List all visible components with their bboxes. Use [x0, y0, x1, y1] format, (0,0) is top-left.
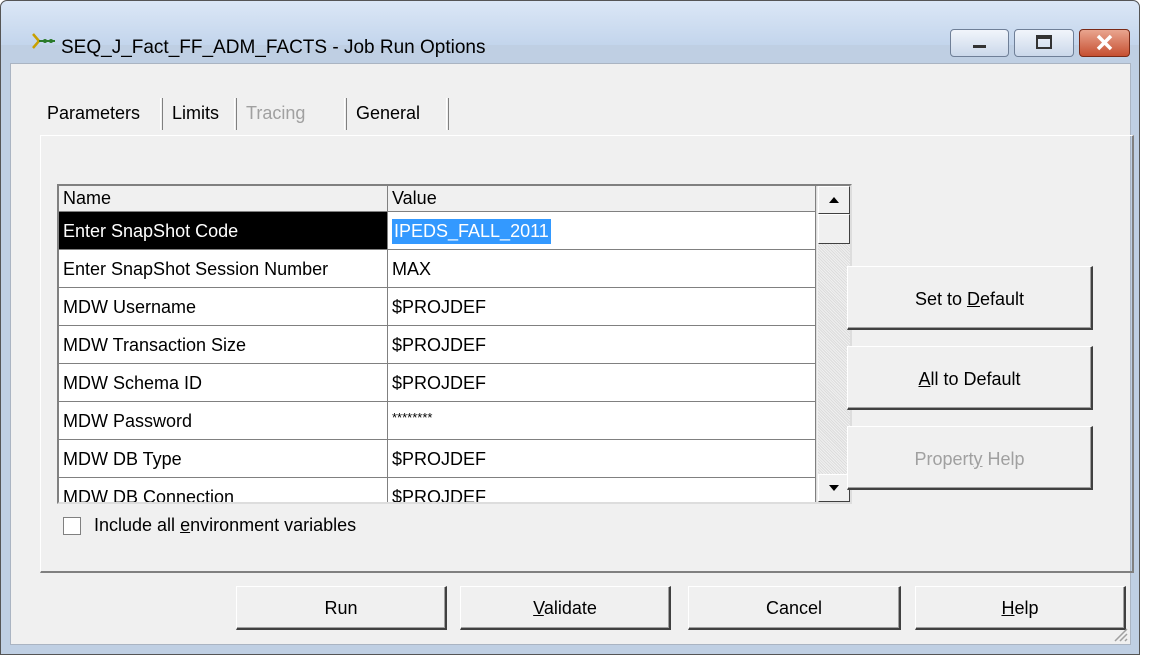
tab-label: Limits [172, 103, 220, 123]
name-cell[interactable]: MDW Transaction Size [59, 326, 388, 364]
column-header-name[interactable]: Name [59, 186, 388, 212]
job-run-options-dialog: SEQ_J_Fact_FF_ADM_FACTS - Job Run Option… [0, 0, 1140, 655]
run-button[interactable]: Run [236, 586, 447, 630]
button-label: elp [1014, 598, 1039, 618]
title-bar[interactable]: SEQ_J_Fact_FF_ADM_FACTS - Job Run Option… [1, 1, 1139, 58]
tab-separator [160, 98, 163, 130]
arrow-down-icon [829, 485, 839, 491]
value-cell[interactable]: IPEDS_FALL_2011 [388, 212, 816, 250]
table-row[interactable]: Enter SnapShot Session Number MAX [59, 250, 816, 288]
table-row[interactable]: MDW Transaction Size $PROJDEF [59, 326, 816, 364]
resize-grip-icon[interactable] [1110, 624, 1128, 642]
maximize-button[interactable] [1014, 29, 1074, 57]
name-cell[interactable]: MDW DB Type [59, 440, 388, 478]
button-label-hotkey: D [966, 289, 980, 309]
value-cell[interactable]: MAX [388, 250, 816, 288]
table-row[interactable]: MDW Password ******** [59, 402, 816, 440]
tab-limits[interactable]: Limits [166, 94, 233, 134]
button-label: efault [979, 289, 1025, 309]
help-button[interactable]: Help [915, 586, 1126, 630]
scroll-up-button[interactable] [818, 186, 850, 214]
parameters-panel: Name Value Enter SnapShot Code IPEDS_FAL… [40, 135, 1134, 573]
button-label: alidate [543, 598, 597, 618]
button-label-hotkey: y [973, 449, 983, 469]
tab-tracing[interactable]: Tracing [240, 94, 342, 134]
value-cell[interactable]: $PROJDEF [388, 364, 816, 402]
button-label-hotkey: A [918, 369, 931, 389]
table-row[interactable]: MDW DB Type $PROJDEF [59, 440, 816, 478]
tab-separator [446, 98, 449, 130]
value-text-selected[interactable]: IPEDS_FALL_2011 [392, 219, 551, 244]
close-icon [1096, 34, 1113, 51]
tab-separator [234, 98, 237, 130]
property-help-button[interactable]: Property Help [847, 426, 1093, 490]
name-cell[interactable]: Enter SnapShot Session Number [59, 250, 388, 288]
table-row[interactable]: Enter SnapShot Code IPEDS_FALL_2011 [59, 212, 816, 250]
button-label: Cancel [765, 598, 823, 618]
minimize-button[interactable] [950, 29, 1009, 57]
cancel-button[interactable]: Cancel [688, 586, 901, 630]
scroll-thumb[interactable] [818, 214, 850, 244]
checkbox-label: nvironment variables [190, 515, 357, 535]
checkbox-label-hotkey: e [180, 515, 191, 535]
job-sequence-icon [32, 33, 55, 49]
name-cell[interactable]: MDW Password [59, 402, 388, 440]
table-row[interactable]: MDW DB Connection $PROJDEF [59, 478, 816, 502]
name-cell[interactable]: MDW DB Connection [59, 478, 388, 502]
tab-general[interactable]: General [350, 94, 448, 134]
checkbox-label: Include all [94, 515, 181, 535]
value-cell[interactable]: $PROJDEF [388, 440, 816, 478]
tab-parameters[interactable]: Parameters [41, 94, 159, 134]
value-cell[interactable]: $PROJDEF [388, 326, 816, 364]
button-label: Run [324, 598, 358, 618]
tab-label: General [356, 103, 421, 123]
button-label: Propert [914, 449, 974, 469]
scroll-down-button[interactable] [818, 474, 850, 502]
button-label: ll to Default [930, 369, 1021, 389]
value-cell[interactable]: ******** [388, 402, 816, 440]
all-to-default-button[interactable]: All to Default [847, 346, 1093, 410]
button-label-hotkey: V [533, 598, 544, 618]
name-cell[interactable]: MDW Schema ID [59, 364, 388, 402]
vertical-scrollbar[interactable] [816, 186, 850, 502]
button-label: Set to [914, 289, 967, 309]
button-label-hotkey: H [1001, 598, 1015, 618]
set-to-default-button[interactable]: Set to Default [847, 266, 1093, 330]
scroll-track[interactable] [818, 244, 850, 474]
minimize-icon [973, 45, 986, 48]
value-cell[interactable]: $PROJDEF [388, 288, 816, 326]
parameters-grid[interactable]: Name Value Enter SnapShot Code IPEDS_FAL… [57, 184, 852, 504]
name-cell[interactable]: Enter SnapShot Code [59, 212, 388, 250]
tab-label: Parameters [47, 103, 141, 123]
table-row[interactable]: MDW Schema ID $PROJDEF [59, 364, 816, 402]
tab-label: Tracing [246, 103, 306, 123]
arrow-up-icon [829, 197, 839, 203]
column-header-value[interactable]: Value [388, 186, 816, 212]
button-label: Help [982, 449, 1025, 469]
dialog-body: Parameters Limits Tracing General Name V… [10, 63, 1134, 645]
include-env-vars-checkbox[interactable] [63, 517, 81, 535]
maximize-icon [1036, 35, 1052, 49]
tab-separator [344, 98, 347, 130]
value-cell[interactable]: $PROJDEF [388, 478, 816, 502]
table-row[interactable]: MDW Username $PROJDEF [59, 288, 816, 326]
close-button[interactable] [1079, 29, 1130, 57]
window-title: SEQ_J_Fact_FF_ADM_FACTS - Job Run Option… [61, 37, 486, 58]
name-cell[interactable]: MDW Username [59, 288, 388, 326]
validate-button[interactable]: Validate [460, 586, 671, 630]
include-env-vars-label[interactable]: Include all environment variables [94, 515, 356, 536]
